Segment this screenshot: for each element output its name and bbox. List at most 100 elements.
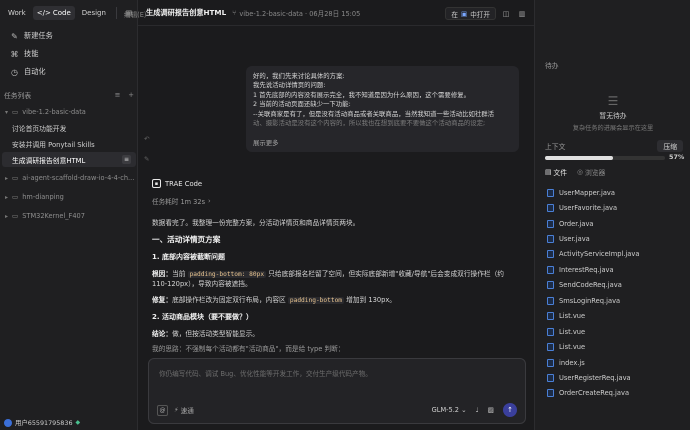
attach-icon[interactable]: @ <box>157 404 168 416</box>
nav-automation-label: 自动化 <box>24 67 46 76</box>
file-tab-icon: ▤ <box>545 168 552 176</box>
file-item[interactable]: List.vue <box>547 324 687 339</box>
task-item[interactable]: 安装并调用 Ponytail Skills <box>2 136 136 151</box>
chevron-right-icon: › <box>208 197 211 205</box>
branch-meta: ⑂ vibe-1.2-basic-data · 06月28日 15:05 <box>232 8 360 18</box>
speed-label: 速通 <box>180 407 194 415</box>
file-name: Order.java <box>559 219 594 228</box>
empty-desc: 复杂任务的进展会显示在这里 <box>572 125 654 132</box>
layout-icon[interactable]: ◫ <box>500 8 512 20</box>
folder-icon: ▭ <box>12 108 19 116</box>
file-item[interactable]: List.vue <box>547 339 687 354</box>
branch-text: vibe-1.2-basic-data · 06月28日 15:05 <box>239 9 361 18</box>
para-label: 根因： <box>152 270 173 278</box>
send-button[interactable]: ↑ <box>503 403 517 417</box>
app-window: Work </> Code Design ▤ ✎ 新建任务 ⌘ 技能 ◷ 自动化 任务列… <box>0 0 690 430</box>
file-name: SendCodeReq.java <box>559 281 622 290</box>
file-item[interactable]: UserMapper.java <box>547 185 687 200</box>
open-in-button[interactable]: 在 ▣ 中打开 <box>445 7 496 20</box>
file-item[interactable]: UserFavorite.java <box>547 200 687 215</box>
file-name: List.vue <box>559 312 586 321</box>
new-task-icon: ✎ <box>11 31 18 41</box>
mode-code-label: Code <box>52 9 71 17</box>
file-icon <box>547 389 554 398</box>
main-panel: 编辑(E) 生成调研报告创意HTML ⑂ vibe-1.2-basic-data … <box>124 0 534 430</box>
file-item[interactable]: InterestReq.java <box>547 262 687 277</box>
response-heading: 一、活动详情页方案 <box>152 235 221 244</box>
add-icon[interactable]: + <box>128 91 134 99</box>
image-icon[interactable]: ▨ <box>488 406 494 414</box>
speed-toggle[interactable]: ⚡ 速通 <box>174 405 194 415</box>
tab-files[interactable]: ▤ 文件 <box>545 167 567 177</box>
file-item[interactable]: SmsLoginReq.java <box>547 293 687 308</box>
compress-button[interactable]: 压缩 <box>657 140 683 152</box>
mic-icon[interactable]: ♩ <box>476 406 479 414</box>
nav-skills[interactable]: ⌘ 技能 <box>4 46 132 62</box>
elapsed-time[interactable]: 任务耗时 1m 32s › <box>152 196 211 206</box>
file-name: List.vue <box>559 343 586 352</box>
task-item-selected[interactable]: 生成调研报告创意HTML ≡ <box>2 152 136 167</box>
project-label: hm-dianping <box>22 193 64 201</box>
filter-icon[interactable]: ≡ <box>115 91 121 99</box>
nav-new-task[interactable]: ✎ 新建任务 <box>4 28 132 44</box>
project-group[interactable]: ▸ ▭ ai-agent-scaffold-draw-io-4-4-ch... <box>2 171 136 185</box>
file-item[interactable]: ActivityServiceImpl.java <box>547 247 687 262</box>
mode-code[interactable]: </> Code <box>32 6 75 20</box>
file-name: User.java <box>559 235 590 244</box>
response-subheading: 1. 底部内容被截断问题 <box>152 253 225 261</box>
user-message: 好的，我们先来讨论具体的方案: 我先说活动详情页的问题: 1 首先底部的内容没有… <box>246 66 519 152</box>
file-item[interactable]: SendCodeReq.java <box>547 278 687 293</box>
task-list-header: 任务列表 ≡ + <box>4 88 134 102</box>
task-list-title: 任务列表 <box>4 92 32 100</box>
empty-title: 暂无待办 <box>599 112 627 120</box>
chat-composer[interactable]: 你仍编写代码、调试 Bug、优化性能等开发工作，交付生产级代码产物。 @ ⚡ 速通… <box>148 358 526 424</box>
panel-toggle-icon[interactable]: ▥ <box>516 8 528 20</box>
message-line: 好的，我们先来讨论具体的方案: <box>253 72 345 80</box>
project-label: ai-agent-scaffold-draw-io-4-4-ch... <box>22 174 135 182</box>
composer-placeholder[interactable]: 你仍编写代码、调试 Bug、优化性能等开发工作，交付生产级代码产物。 <box>159 368 372 378</box>
file-item[interactable]: List.vue <box>547 309 687 324</box>
model-selector[interactable]: GLM-5.2 ⌄ <box>432 406 467 414</box>
edit-icon[interactable]: ✎ <box>144 155 149 163</box>
para-text: 做，但按活动类型智能显示。 <box>172 330 259 338</box>
response-subheading: 2. 活动商品模块（要不要做？） <box>152 313 253 321</box>
file-item[interactable]: index.js <box>547 355 687 370</box>
file-icon <box>547 312 554 321</box>
file-item[interactable]: Order.java <box>547 216 687 231</box>
para-text: 底部操作栏改为固定双行布局，内容区 <box>172 296 288 304</box>
file-item[interactable]: UserRegisterReq.java <box>547 370 687 385</box>
response-paragraph: 结论：做，但按活动类型智能显示。 <box>152 329 522 339</box>
response-paragraph: 修复：底部操作栏改为固定双行布局，内容区 padding-bottom 增加到 … <box>152 295 522 306</box>
empty-list-icon: ☰ <box>607 94 619 108</box>
sidebar: Work </> Code Design ▤ ✎ 新建任务 ⌘ 技能 ◷ 自动化 任务列… <box>0 0 138 430</box>
file-name: OrderCreateReq.java <box>559 389 630 398</box>
task-item[interactable]: 讨论首页功能开发 <box>2 120 136 135</box>
skills-icon: ⌘ <box>10 49 19 59</box>
user-profile[interactable]: 用户65591795836 ◆ <box>4 418 80 427</box>
show-more-link[interactable]: 展示更多 <box>253 139 279 148</box>
message-line: --关联商家是有了，但是没有活动商品或者关联商品，当然我知道一些活动比如社群活 <box>253 109 495 118</box>
nav-skills-label: 技能 <box>24 49 39 58</box>
undo-icon[interactable]: ↶ <box>144 135 149 143</box>
file-name: UserRegisterReq.java <box>559 373 631 382</box>
project-group[interactable]: ▸ ▭ STM32Kernel_F407 <box>2 209 136 223</box>
mode-work[interactable]: Work <box>4 6 30 20</box>
code-icon: </> <box>36 9 51 17</box>
agent-name: TRAE Code <box>165 179 203 188</box>
project-group[interactable]: ▸ ▭ hm-dianping <box>2 190 136 204</box>
trae-logo-icon: ▪ <box>152 179 161 188</box>
response-paragraph: 我的思路：不强制每个活动都有"活动商品"，而是给 type 判断： <box>152 345 345 353</box>
lightning-icon: ⚡ <box>174 406 179 414</box>
context-progress-fill <box>545 156 614 160</box>
message-line: 动、摄影活动是没有这个内容的，所以我也在想到底要不要做这个活动商品的设定; <box>253 119 486 128</box>
project-group[interactable]: ▾ ▭ vibe-1.2-basic-data <box>2 105 136 119</box>
tab-browser[interactable]: ◎ 浏览器 <box>577 167 605 177</box>
response-intro: 数据看完了。我整理一份完整方案，分活动详情页和商品详情页两块。 <box>152 219 360 227</box>
context-progress <box>545 156 665 160</box>
mode-design[interactable]: Design <box>78 6 110 20</box>
elapsed-text: 任务耗时 1m 32s <box>152 198 206 206</box>
context-label: 上下文 <box>545 143 566 151</box>
nav-automation[interactable]: ◷ 自动化 <box>4 64 132 80</box>
file-item[interactable]: User.java <box>547 231 687 246</box>
file-item[interactable]: OrderCreateReq.java <box>547 386 687 401</box>
